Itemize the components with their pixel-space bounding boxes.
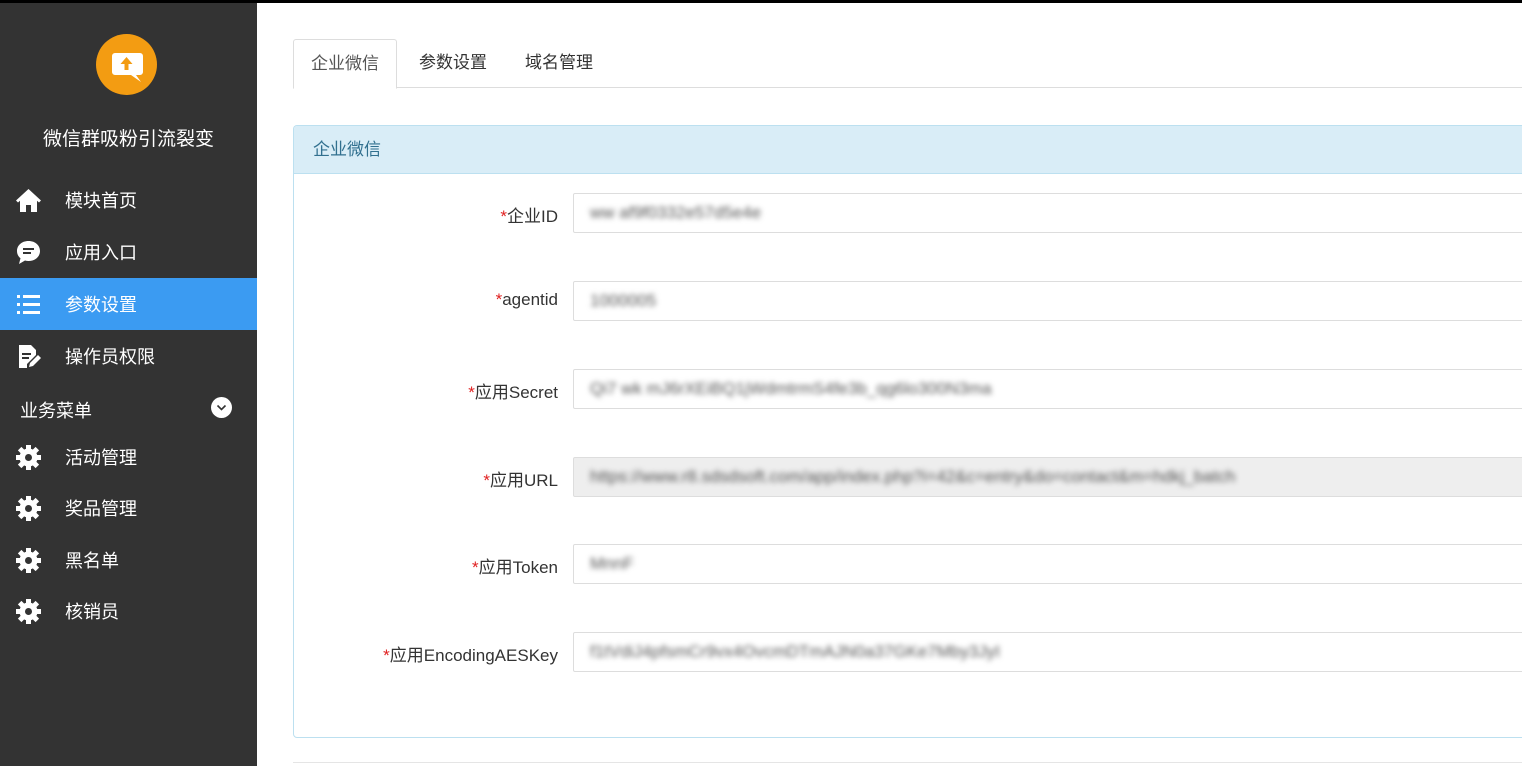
gear-icon bbox=[16, 496, 41, 521]
upload-bubble-icon bbox=[112, 53, 143, 82]
sidebar-item-prize-management[interactable]: 奖品管理 bbox=[0, 482, 257, 534]
app-secret-input[interactable]: Qi7 wk mJ6rXEiBQ1jWdmtrmS4fe3b_qg6lo300N… bbox=[573, 369, 1522, 409]
sidebar: 微信群吸粉引流裂变 模块首页 应用入口 参数设置 操作员权限 业务菜单 活动管理… bbox=[0, 0, 257, 766]
document-edit-icon bbox=[19, 345, 41, 368]
form-row-app-token: *应用Token MnnF bbox=[294, 544, 1522, 584]
home-icon bbox=[16, 189, 41, 212]
sidebar-item-label: 应用入口 bbox=[65, 243, 137, 263]
divider bbox=[293, 762, 1522, 763]
form-row-encoding-aes-key: *应用EncodingAESKey f1tVdiJ4pfsmCr9vx4Ovcm… bbox=[294, 632, 1522, 672]
sidebar-item-label: 参数设置 bbox=[65, 295, 137, 315]
sidebar-item-label: 活动管理 bbox=[65, 448, 137, 468]
window-top-border bbox=[0, 0, 1522, 3]
app-title: 微信群吸粉引流裂变 bbox=[42, 129, 214, 150]
field-label: *企业ID bbox=[500, 207, 558, 226]
sidebar-item-verifier[interactable]: 核销员 bbox=[0, 585, 257, 637]
enterprise-wechat-panel: 企业微信 *企业ID ww af9f0332e57d5e4e *agentid … bbox=[293, 125, 1522, 738]
app-logo bbox=[96, 34, 157, 95]
form-row-app-url: *应用URL https://www.r8.sdsdsoft.com/app/i… bbox=[294, 457, 1522, 497]
section-label: 业务菜单 bbox=[20, 401, 92, 421]
sidebar-item-activity-management[interactable]: 活动管理 bbox=[0, 431, 257, 483]
tab-domain-management[interactable]: 域名管理 bbox=[509, 39, 609, 88]
sidebar-item-label: 核销员 bbox=[65, 602, 119, 622]
sidebar-item-operator-permissions[interactable]: 操作员权限 bbox=[0, 330, 257, 382]
sidebar-item-label: 模块首页 bbox=[65, 191, 137, 211]
field-label: *应用Token bbox=[472, 558, 558, 577]
app-token-input[interactable]: MnnF bbox=[573, 544, 1522, 584]
app-url-input[interactable]: https://www.r8.sdsdsoft.com/app/index.ph… bbox=[573, 457, 1522, 497]
sidebar-item-label: 操作员权限 bbox=[65, 347, 155, 367]
panel-heading: 企业微信 bbox=[294, 126, 1522, 174]
sidebar-item-label: 黑名单 bbox=[65, 551, 119, 571]
gear-icon bbox=[16, 548, 41, 573]
corp-id-input[interactable]: ww af9f0332e57d5e4e bbox=[573, 193, 1522, 233]
form-row-agentid: *agentid 1000005 bbox=[294, 281, 1522, 321]
business-menu-toggle[interactable]: 业务菜单 bbox=[0, 386, 257, 430]
field-label: *应用EncodingAESKey bbox=[383, 646, 558, 665]
form-row-corp-id: *企业ID ww af9f0332e57d5e4e bbox=[294, 193, 1522, 233]
gear-icon bbox=[16, 599, 41, 624]
sidebar-item-settings[interactable]: 参数设置 bbox=[0, 278, 257, 330]
tab-bar: 企业微信 参数设置 域名管理 bbox=[293, 39, 1522, 89]
tab-enterprise-wechat[interactable]: 企业微信 bbox=[293, 39, 397, 89]
field-label: *应用URL bbox=[483, 471, 558, 490]
field-label: *agentid bbox=[495, 290, 558, 309]
form-row-app-secret: *应用Secret Qi7 wk mJ6rXEiBQ1jWdmtrmS4fe3b… bbox=[294, 369, 1522, 409]
tab-parameter-settings[interactable]: 参数设置 bbox=[403, 39, 503, 88]
list-icon bbox=[17, 295, 40, 314]
agentid-input[interactable]: 1000005 bbox=[573, 281, 1522, 321]
field-label: *应用Secret bbox=[468, 383, 558, 402]
sidebar-item-home[interactable]: 模块首页 bbox=[0, 174, 257, 226]
chat-icon bbox=[17, 241, 40, 264]
chevron-down-icon bbox=[211, 397, 232, 418]
sidebar-item-app-entry[interactable]: 应用入口 bbox=[0, 226, 257, 278]
sidebar-item-label: 奖品管理 bbox=[65, 499, 137, 519]
gear-icon bbox=[16, 445, 41, 470]
encoding-aes-key-input[interactable]: f1tVdiJ4pfsmCr9vx4OvcmDTmAJN0a37GKe7Mby3… bbox=[573, 632, 1522, 672]
sidebar-item-blacklist[interactable]: 黑名单 bbox=[0, 534, 257, 586]
